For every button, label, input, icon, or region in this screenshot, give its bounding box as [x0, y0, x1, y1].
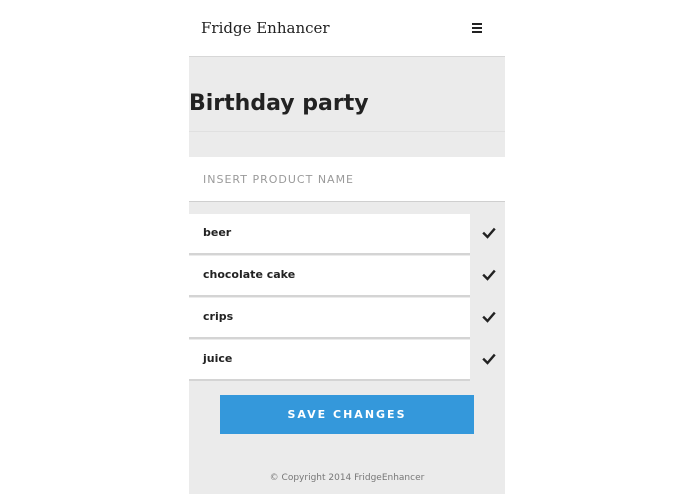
list-item: crips: [189, 298, 505, 340]
list-item-label: beer: [203, 226, 232, 239]
checkmark-icon[interactable]: [481, 267, 497, 283]
list-item-box[interactable]: juice: [189, 340, 470, 381]
checkmark-icon[interactable]: [481, 351, 497, 367]
list-item-label: crips: [203, 310, 234, 323]
checkmark-icon[interactable]: [481, 225, 497, 241]
list-item: chocolate cake: [189, 256, 505, 298]
list-item-box[interactable]: crips: [189, 298, 470, 339]
page-title: Birthday party: [189, 91, 369, 116]
copyright-footer: © Copyright 2014 FridgeEnhancer: [269, 473, 425, 483]
title-area: Birthday party: [189, 57, 505, 132]
list-item: juice: [189, 340, 505, 382]
save-changes-button[interactable]: SAVE CHANGES: [220, 395, 474, 434]
app-panel: Fridge Enhancer Birthday party beer choc…: [189, 0, 505, 494]
list-item: beer: [189, 214, 505, 256]
checkmark-icon[interactable]: [481, 309, 497, 325]
product-name-input[interactable]: [189, 157, 505, 202]
brand-title: Fridge Enhancer: [201, 19, 330, 37]
product-list: beer chocolate cake crips juice: [189, 214, 505, 382]
hamburger-menu-icon[interactable]: [469, 20, 485, 36]
list-item-label: juice: [203, 352, 233, 365]
list-item-box[interactable]: beer: [189, 214, 470, 255]
header-bar: Fridge Enhancer: [189, 0, 505, 57]
list-item-label: chocolate cake: [203, 268, 296, 281]
list-item-box[interactable]: chocolate cake: [189, 256, 470, 297]
